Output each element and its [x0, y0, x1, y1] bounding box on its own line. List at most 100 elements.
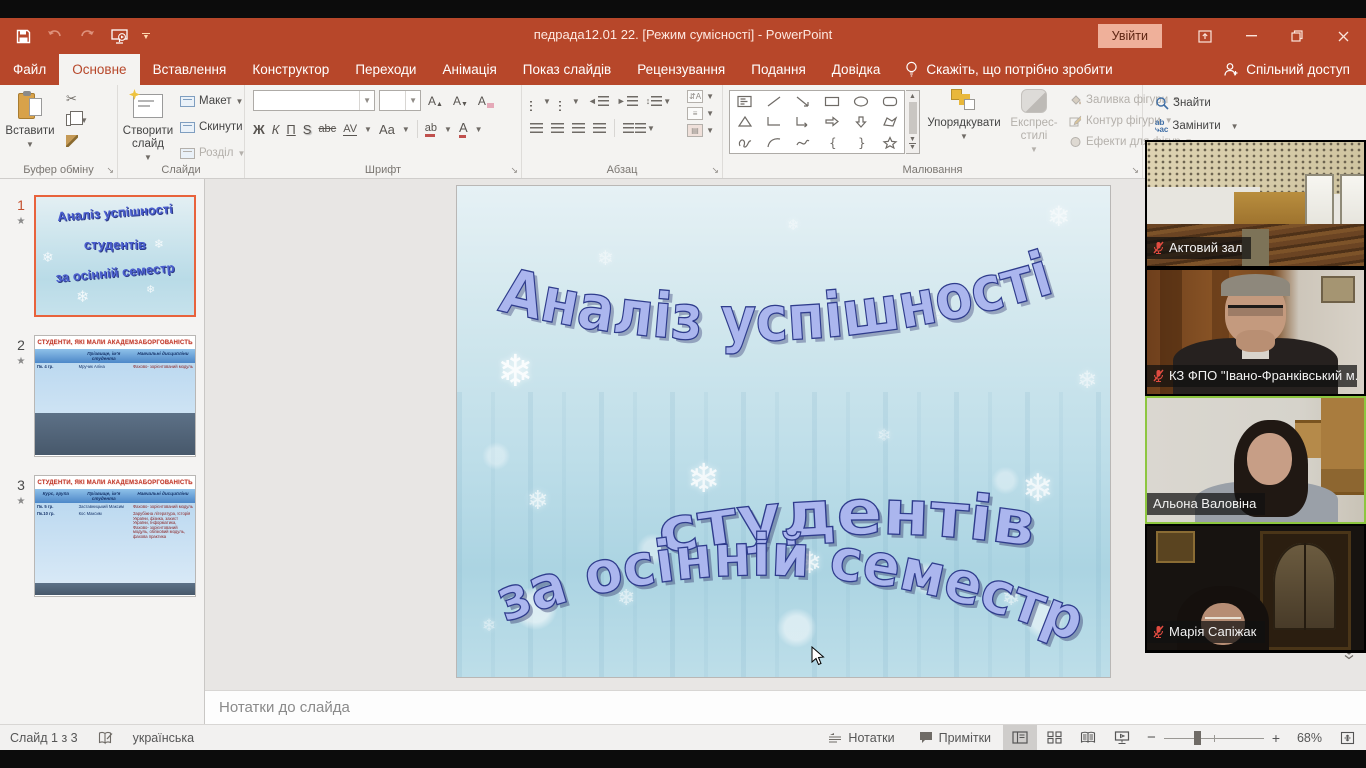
highlight-color-button[interactable]: ab: [425, 122, 437, 137]
tab-file[interactable]: Файл: [0, 54, 59, 85]
participant-video-4[interactable]: Марія Сапіжак: [1145, 524, 1366, 652]
quick-styles-button[interactable]: Експрес-стилі ▼: [1003, 89, 1065, 156]
zoom-out-button[interactable]: −: [1147, 729, 1156, 746]
zoom-level[interactable]: 68%: [1288, 731, 1322, 745]
decrease-indent-button[interactable]: ◄: [588, 96, 609, 107]
paragraph-dialog-launcher[interactable]: ↘: [711, 166, 719, 175]
undo-icon[interactable]: [46, 27, 64, 45]
underline-button[interactable]: П: [286, 122, 295, 137]
start-from-beginning-icon[interactable]: [110, 27, 128, 45]
replace-button[interactable]: ab⤷ac Замінити ▼: [1155, 116, 1366, 136]
align-text-button[interactable]: ≡▼: [687, 107, 714, 120]
paste-button[interactable]: Вставити ▼: [2, 89, 58, 151]
convert-smartart-button[interactable]: ▤▼: [687, 124, 714, 137]
align-left-button[interactable]: [530, 123, 543, 134]
clear-formatting-button[interactable]: А: [475, 94, 497, 108]
save-icon[interactable]: [14, 27, 32, 45]
text-shadow-button[interactable]: S: [303, 122, 312, 137]
slide-sorter-view-button[interactable]: [1037, 725, 1071, 751]
elbow-arrow-connector-icon: [788, 112, 817, 133]
zoom-slider[interactable]: [1164, 730, 1264, 746]
columns-button[interactable]: ▼: [623, 123, 655, 134]
increase-indent-button[interactable]: ►: [617, 96, 638, 107]
participant-name-label: КЗ ФПО "Івано-Франківський м...: [1147, 365, 1357, 387]
slideshow-view-button[interactable]: [1105, 725, 1139, 751]
clipboard-dialog-launcher[interactable]: ↘: [106, 166, 114, 175]
share-button[interactable]: Спільний доступ: [1207, 54, 1366, 85]
justify-button[interactable]: [593, 123, 606, 134]
slide-title-wordart[interactable]: Аналіз успішності студентів за осінній с…: [457, 186, 1110, 677]
notes-pane[interactable]: Нотатки до слайда: [205, 690, 1366, 724]
text-direction-button[interactable]: ⇵A▼: [687, 90, 714, 103]
quick-styles-icon: [1021, 89, 1047, 113]
current-slide-canvas[interactable]: ❄ ❄ ❄ ❄ ❄ ❄ ❄ ❄ ❄ ❄ ❄ ❄ ❄ ❄: [457, 186, 1110, 677]
comments-toggle-button[interactable]: Примітки: [907, 725, 1003, 751]
notes-toggle-button[interactable]: Нотатки: [816, 725, 906, 751]
ribbon-display-options-icon[interactable]: [1182, 18, 1228, 54]
strikethrough-button[interactable]: abc: [318, 123, 336, 135]
slide-indicator[interactable]: Слайд 1 з 3: [0, 731, 88, 745]
reading-view-button[interactable]: [1071, 725, 1105, 751]
reset-button[interactable]: Скинути: [180, 116, 245, 138]
zoom-slider-thumb[interactable]: [1194, 731, 1201, 745]
zoom-in-button[interactable]: +: [1272, 730, 1280, 746]
spellcheck-button[interactable]: [88, 731, 123, 745]
drawing-dialog-launcher[interactable]: ↘: [1131, 166, 1139, 175]
slide-thumbnail-3[interactable]: 3 ★ СТУДЕНТИ, ЯКІ МАЛИ АКАДЕМЗАБОРГОВАНІ…: [8, 475, 204, 597]
participant-video-1[interactable]: Актовий зал: [1145, 140, 1366, 268]
tab-view[interactable]: Подання: [738, 54, 819, 85]
close-button[interactable]: [1320, 18, 1366, 54]
normal-view-button[interactable]: [1003, 725, 1037, 751]
copy-button[interactable]: ▼: [66, 112, 88, 128]
italic-button[interactable]: К: [272, 122, 280, 137]
video-call-panel: Актовий зал КЗ ФПО "Івано-Франківський м…: [1145, 140, 1366, 653]
font-size-combobox[interactable]: ▼: [379, 90, 421, 111]
cut-button[interactable]: ✂: [66, 91, 88, 107]
slide3-thumbnail-image: СТУДЕНТИ, ЯКІ МАЛИ АКАДЕМЗАБОРГОВАНІСТЬ …: [35, 476, 195, 596]
group-clipboard: Вставити ▼ ✂ ▼ Буфер обміну ↘: [0, 85, 118, 178]
tab-review[interactable]: Рецензування: [624, 54, 738, 85]
minimize-button[interactable]: [1228, 18, 1274, 54]
arrange-button[interactable]: Упорядкувати ▼: [927, 89, 1001, 143]
line-spacing-button[interactable]: ↕▼: [646, 96, 671, 107]
redo-icon[interactable]: [78, 27, 96, 45]
shrink-font-button[interactable]: А▼: [450, 94, 471, 108]
character-spacing-button[interactable]: AV: [343, 123, 357, 136]
signin-button[interactable]: Увійти: [1098, 24, 1162, 48]
slide-thumbnail-1[interactable]: 1 ★ ❄ ❄ ❄ ❄ Аналіз успішності студентів …: [8, 195, 204, 317]
tell-me-box[interactable]: Скажіть, що потрібно зробити: [893, 54, 1124, 85]
font-name-combobox[interactable]: ▼: [253, 90, 375, 111]
shapes-gallery[interactable]: { }: [729, 90, 905, 154]
tab-help[interactable]: Довідка: [819, 54, 894, 85]
font-color-button[interactable]: А: [459, 120, 468, 138]
tab-transitions[interactable]: Переходи: [342, 54, 429, 85]
find-button[interactable]: Знайти: [1155, 93, 1366, 113]
tab-animations[interactable]: Анімація: [429, 54, 509, 85]
grow-font-button[interactable]: А▲: [425, 94, 446, 108]
participant-video-3-active-speaker[interactable]: Альона Валовіна: [1145, 396, 1366, 524]
bold-button[interactable]: Ж: [253, 122, 265, 137]
format-painter-button[interactable]: [66, 133, 88, 149]
align-center-button[interactable]: [551, 123, 564, 134]
slide-thumbnail-2[interactable]: 2 ★ СТУДЕНТИ, ЯКІ МАЛИ АКАДЕМЗАБОРГОВАНІ…: [8, 335, 204, 457]
participant-video-2[interactable]: КЗ ФПО "Івано-Франківський м...: [1145, 268, 1366, 396]
shapes-gallery-scrollbar[interactable]: ▲▼▼: [906, 90, 920, 154]
tab-design[interactable]: Конструктор: [239, 54, 342, 85]
tab-home[interactable]: Основне: [59, 54, 139, 85]
animation-star-icon: ★: [8, 216, 34, 227]
new-slide-button[interactable]: Створити слайд ▼: [120, 89, 176, 164]
language-indicator[interactable]: українська: [123, 731, 204, 745]
fit-slide-to-window-button[interactable]: [1330, 725, 1364, 751]
restore-button[interactable]: [1274, 18, 1320, 54]
svg-text:{: {: [829, 136, 837, 149]
tab-slideshow[interactable]: Показ слайдів: [510, 54, 624, 85]
paste-icon: [18, 91, 42, 121]
layout-button[interactable]: Макет▼: [180, 90, 245, 112]
font-dialog-launcher[interactable]: ↘: [510, 166, 518, 175]
customize-qat-icon[interactable]: ▼: [142, 33, 150, 40]
shape-effects-icon: [1069, 136, 1082, 148]
tab-insert[interactable]: Вставлення: [140, 54, 240, 85]
align-right-button[interactable]: [572, 123, 585, 134]
section-button[interactable]: Розділ▼: [180, 142, 245, 164]
change-case-button[interactable]: Aa: [379, 122, 395, 137]
